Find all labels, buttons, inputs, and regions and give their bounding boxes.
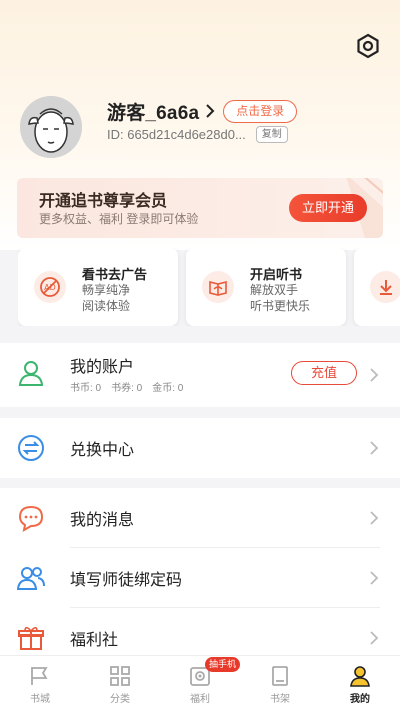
card-title: 开启听书	[250, 267, 303, 282]
download-icon	[370, 271, 400, 303]
tab-label: 分类	[110, 694, 130, 705]
vip-subtitle: 更多权益、福利 登录即可体验	[39, 212, 199, 226]
username: 游客_6a6a	[107, 102, 200, 124]
tab-bookshelf[interactable]: 书架	[240, 656, 320, 710]
card-line: 畅享纯净	[82, 283, 131, 297]
book-coins: 书币: 0	[70, 383, 102, 394]
vip-title: 开通追书尊享会员	[39, 193, 168, 210]
tab-profile[interactable]: 我的	[320, 656, 400, 710]
vip-banner[interactable]: 开通追书尊享会员 更多权益、福利 登录即可体验 立即开通	[17, 178, 383, 238]
messages-label: 我的消息	[70, 512, 135, 529]
audiobook-icon	[202, 271, 234, 303]
gift-icon	[18, 626, 44, 650]
mentor-code-row[interactable]: 填写师徒绑定码	[0, 548, 400, 608]
mentor-code-label: 填写师徒绑定码	[70, 572, 183, 589]
card-line: 解放双手	[250, 283, 299, 297]
tab-bookstore[interactable]: 书城	[0, 656, 80, 710]
profile-icon	[350, 666, 370, 687]
card-subtitle: 解放双手 听书更快乐	[250, 282, 340, 314]
download-card[interactable]	[354, 248, 400, 326]
sheep-avatar-icon	[20, 96, 82, 158]
exchange-center-label: 兑换中心	[70, 442, 135, 459]
settings-icon[interactable]	[355, 33, 381, 59]
exchange-center-row[interactable]: 兑换中心	[0, 418, 400, 478]
feature-cards: AD 看书去广告 畅享纯净 阅读体验 开启听书 解放双手 听书更快乐	[18, 248, 400, 326]
chevron-right-icon	[370, 368, 379, 382]
recharge-button[interactable]: 充值	[291, 361, 357, 385]
copy-id-button[interactable]: 复制	[255, 126, 288, 143]
account-row[interactable]: 我的账户 书币: 0 书券: 0 金币: 0 充值	[0, 343, 400, 407]
category-icon	[110, 666, 130, 686]
user-account-icon	[18, 361, 44, 386]
book-vouchers: 书券: 0	[111, 383, 143, 394]
message-icon	[18, 505, 44, 532]
card-line: 阅读体验	[82, 299, 131, 313]
user-id: ID: 665d21c4d6e28d0...	[107, 127, 246, 142]
menu-section: 我的消息 填写师徒绑定码 福利社	[0, 488, 400, 655]
audiobook-card[interactable]: 开启听书 解放双手 听书更快乐	[186, 248, 346, 326]
card-title: 看书去广告	[82, 267, 148, 282]
welfare-club-label: 福利社	[70, 632, 119, 649]
tab-label: 我的	[350, 694, 370, 705]
chevron-right-icon	[370, 441, 379, 455]
chevron-right-icon	[370, 631, 379, 645]
chevron-right-icon	[370, 571, 379, 585]
tab-label: 书城	[30, 694, 50, 705]
tab-label: 福利	[190, 694, 210, 705]
bottom-tab-bar: 书城 分类 抽手机 福利 书架 我的	[0, 655, 400, 710]
people-icon	[17, 567, 45, 590]
avatar[interactable]	[20, 96, 82, 158]
account-section: 我的账户 书币: 0 书券: 0 金币: 0 充值	[0, 343, 400, 407]
chevron-right-icon[interactable]	[205, 104, 215, 118]
tab-label: 书架	[270, 694, 290, 705]
card-subtitle: 畅享纯净 阅读体验	[82, 282, 172, 314]
exchange-icon	[18, 435, 44, 461]
svg-text:AD: AD	[44, 283, 56, 292]
messages-row[interactable]: 我的消息	[0, 488, 400, 548]
card-line: 听书更快乐	[250, 299, 311, 313]
phone-lottery-badge: 抽手机	[205, 657, 241, 672]
account-label: 我的账户	[70, 359, 135, 376]
tab-welfare[interactable]: 抽手机 福利	[160, 656, 241, 710]
open-vip-button[interactable]: 立即开通	[289, 194, 367, 222]
chevron-right-icon	[370, 511, 379, 525]
gold-coins: 金币: 0	[152, 383, 184, 394]
account-balances: 书币: 0 书券: 0 金币: 0	[70, 379, 183, 394]
no-ads-icon: AD	[34, 271, 66, 303]
bookshelf-icon	[272, 666, 288, 686]
no-ads-card[interactable]: AD 看书去广告 畅享纯净 阅读体验	[18, 248, 178, 326]
bookstore-icon	[31, 667, 48, 685]
login-button[interactable]: 点击登录	[223, 99, 298, 123]
exchange-section: 兑换中心	[0, 418, 400, 478]
tab-category[interactable]: 分类	[80, 656, 160, 710]
